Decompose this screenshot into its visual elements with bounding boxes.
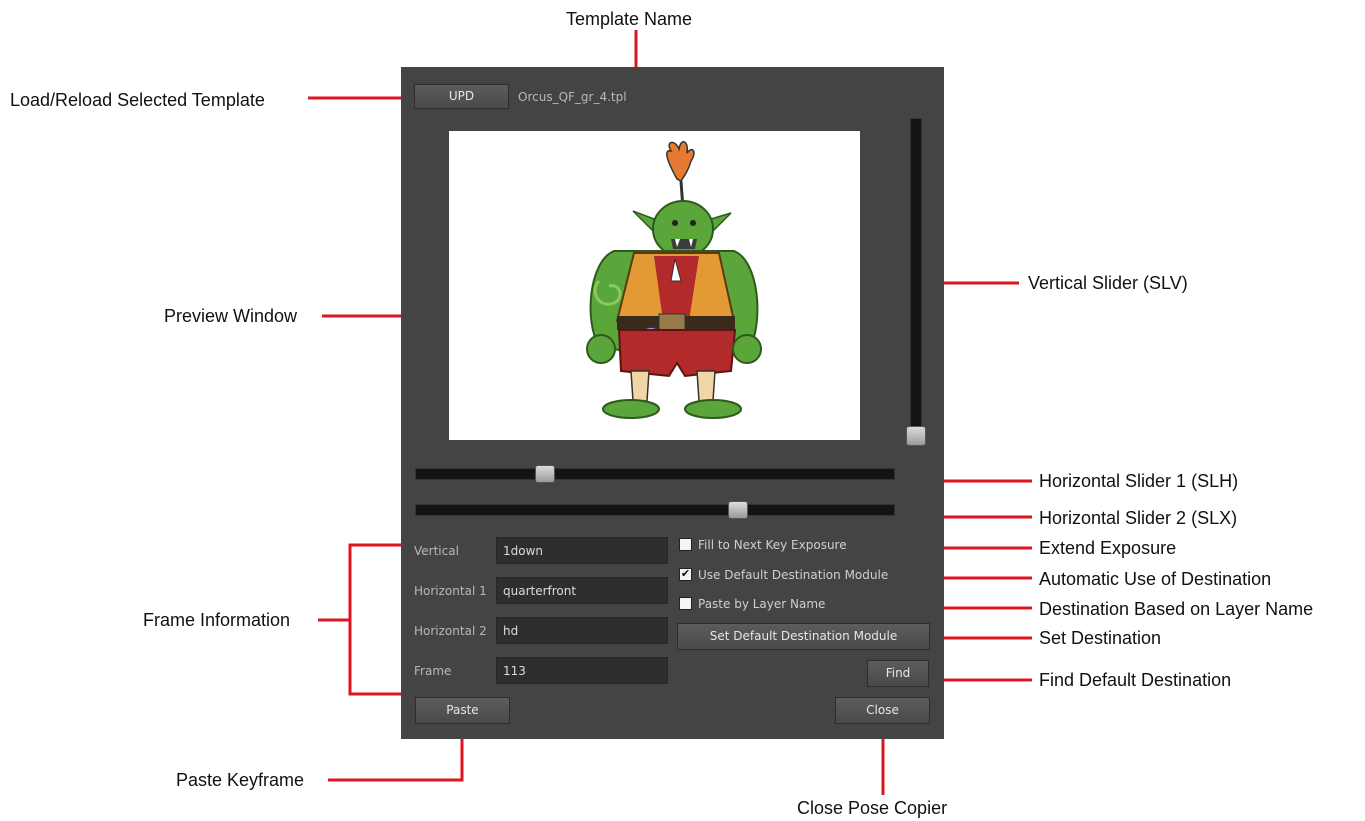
- fill-next-key-checkbox[interactable]: [679, 538, 692, 551]
- horizontal-slider-1-track[interactable]: [415, 468, 895, 480]
- horizontal-1-field[interactable]: quarterfront: [496, 577, 668, 604]
- vertical-field[interactable]: 1down: [496, 537, 668, 564]
- annotation-find-default-destination: Find Default Destination: [1039, 670, 1232, 690]
- preview-window: [449, 131, 860, 440]
- horizontal-2-field[interactable]: hd: [496, 617, 668, 644]
- vertical-slider-handle[interactable]: [906, 426, 926, 446]
- annotation-automatic-destination: Automatic Use of Destination: [1039, 569, 1272, 589]
- annotation-preview-window: Preview Window: [164, 306, 298, 326]
- horizontal-slider-1-handle[interactable]: [534, 465, 555, 483]
- horizontal-slider-2-track[interactable]: [415, 504, 895, 516]
- use-default-destination-label: Use Default Destination Module: [698, 568, 889, 582]
- frame-label: Frame: [414, 664, 452, 678]
- vertical-label: Vertical: [414, 544, 459, 558]
- frame-field[interactable]: 113: [496, 657, 668, 684]
- find-button[interactable]: Find: [867, 660, 929, 687]
- close-button[interactable]: Close: [835, 697, 930, 724]
- paste-button[interactable]: Paste: [415, 697, 510, 724]
- horizontal-2-label: Horizontal 2: [414, 624, 487, 638]
- set-default-destination-button[interactable]: Set Default Destination Module: [677, 623, 930, 650]
- paste-by-layer-checkbox[interactable]: [679, 597, 692, 610]
- annotation-close-pose-copier: Close Pose Copier: [797, 798, 948, 818]
- annotation-horizontal-slider-1: Horizontal Slider 1 (SLH): [1039, 471, 1239, 491]
- annotation-frame-information: Frame Information: [143, 610, 291, 630]
- annotation-horizontal-slider-2: Horizontal Slider 2 (SLX): [1039, 508, 1238, 528]
- bracket-frame-information: [348, 543, 408, 696]
- pose-copier-panel: UPD Orcus_QF_gr_4.tpl Vertical 1down Hor…: [401, 67, 944, 739]
- vertical-slider-track[interactable]: [910, 118, 922, 446]
- annotation-extend-exposure: Extend Exposure: [1039, 538, 1177, 558]
- upd-button[interactable]: UPD: [414, 84, 509, 109]
- annotation-load-reload: Load/Reload Selected Template: [10, 90, 265, 110]
- annotation-vertical-slider: Vertical Slider (SLV): [1028, 273, 1188, 293]
- use-default-destination-checkbox[interactable]: ✔: [679, 568, 692, 581]
- annotation-template-name: Template Name: [566, 9, 693, 29]
- fill-next-key-label: Fill to Next Key Exposure: [698, 538, 847, 552]
- paste-by-layer-label: Paste by Layer Name: [698, 597, 826, 611]
- annotation-destination-layer-name: Destination Based on Layer Name: [1039, 599, 1314, 619]
- character-preview: [586, 141, 762, 419]
- horizontal-1-label: Horizontal 1: [414, 584, 487, 598]
- template-name: Orcus_QF_gr_4.tpl: [518, 90, 627, 104]
- horizontal-slider-2-handle[interactable]: [727, 501, 748, 519]
- annotation-set-destination: Set Destination: [1039, 628, 1162, 648]
- annotation-paste-keyframe: Paste Keyframe: [176, 770, 305, 790]
